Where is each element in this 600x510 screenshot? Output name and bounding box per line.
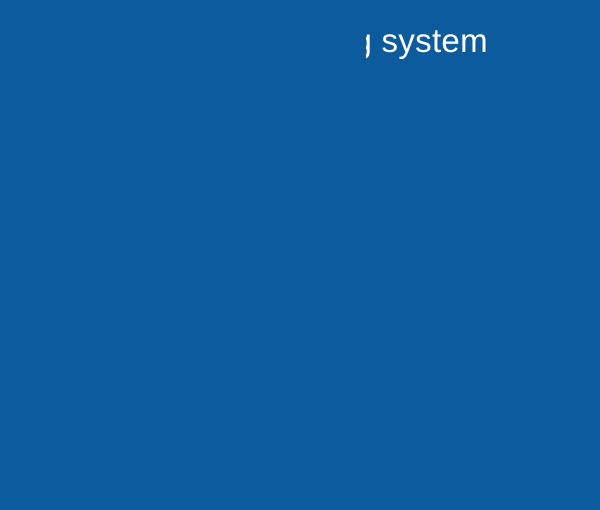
change-defaults-link[interactable]: Change defaults or choose other options (60, 0, 366, 482)
